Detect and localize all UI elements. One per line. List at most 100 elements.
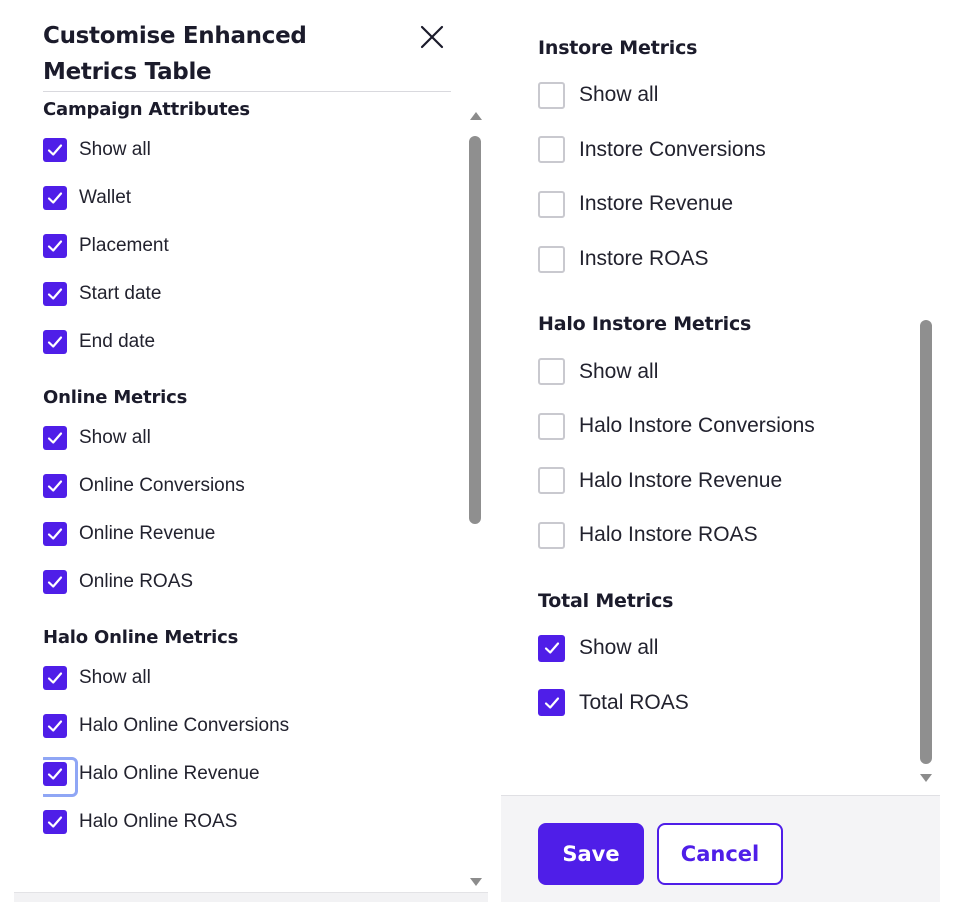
scroll-down-arrow-icon[interactable] bbox=[470, 878, 482, 886]
checkbox-row-campaign-attributes-wallet[interactable]: Wallet bbox=[43, 174, 453, 222]
checkmark-icon bbox=[47, 144, 63, 156]
checkbox[interactable] bbox=[538, 190, 565, 218]
right-scrollbar[interactable] bbox=[917, 0, 935, 790]
checkbox[interactable] bbox=[538, 521, 565, 549]
checkbox[interactable] bbox=[538, 245, 565, 273]
scroll-down-arrow-icon[interactable] bbox=[920, 774, 932, 782]
checkbox-label: Show all bbox=[579, 83, 659, 107]
checkbox-row-instore-metrics-instore-revenue[interactable]: Instore Revenue bbox=[538, 177, 918, 232]
checkbox[interactable] bbox=[43, 522, 67, 546]
checkbox-row-halo-online-metrics-show-all[interactable]: Show all bbox=[43, 654, 453, 702]
checkbox-row-halo-instore-metrics-halo-instore-revenue[interactable]: Halo Instore Revenue bbox=[538, 454, 918, 509]
checkmark-icon bbox=[47, 576, 63, 588]
checkbox-row-online-metrics-show-all[interactable]: Show all bbox=[43, 414, 453, 462]
checkbox[interactable] bbox=[43, 757, 78, 797]
right-scrollbar-thumb[interactable] bbox=[920, 320, 932, 764]
section-title: Total Metrics bbox=[538, 589, 674, 612]
section-title: Halo Online Metrics bbox=[43, 627, 239, 648]
checkbox[interactable] bbox=[538, 81, 565, 109]
checkmark-icon bbox=[47, 816, 63, 828]
section-title: Campaign Attributes bbox=[43, 99, 250, 120]
checkbox[interactable] bbox=[43, 666, 67, 690]
checkbox-label: Show all bbox=[579, 636, 659, 660]
checkbox-label: Show all bbox=[579, 359, 659, 383]
section-halo-online-metrics: Halo Online Metrics Show all Halo Online C… bbox=[43, 624, 453, 846]
checkbox-label: Wallet bbox=[79, 187, 132, 208]
section-halo-instore-metrics: Halo Instore Metrics Show all Halo Instore… bbox=[538, 306, 918, 562]
checkbox-row-campaign-attributes-start-date[interactable]: Start date bbox=[43, 270, 453, 318]
scroll-up-arrow-icon[interactable] bbox=[470, 112, 482, 120]
cancel-button[interactable]: Cancel bbox=[657, 823, 783, 885]
checkbox[interactable] bbox=[43, 282, 67, 306]
dialog-title: Customise Enhanced Metrics Table bbox=[43, 23, 307, 85]
save-button[interactable]: Save bbox=[538, 823, 644, 885]
left-scrollbar[interactable] bbox=[467, 108, 483, 890]
checkbox-row-halo-instore-metrics-halo-instore-conversions[interactable]: Halo Instore Conversions bbox=[538, 399, 918, 454]
checkbox[interactable] bbox=[43, 234, 67, 258]
checkmark-icon bbox=[47, 288, 63, 300]
close-icon bbox=[420, 25, 444, 49]
section-campaign-attributes: Campaign Attributes Show all Wallet Placeme… bbox=[43, 96, 453, 366]
checkbox[interactable] bbox=[538, 412, 565, 440]
checkbox[interactable] bbox=[43, 426, 67, 450]
checkbox-row-online-metrics-online-roas[interactable]: Online ROAS bbox=[43, 558, 453, 606]
checkbox-row-halo-online-metrics-halo-online-revenue[interactable]: Halo Online Revenue bbox=[43, 750, 453, 798]
section-online-metrics: Online Metrics Show all Online Conversions… bbox=[43, 384, 453, 606]
checkbox[interactable] bbox=[538, 634, 565, 662]
left-scrollbar-thumb[interactable] bbox=[469, 136, 481, 524]
checkbox-label: Halo Instore Conversions bbox=[579, 414, 815, 438]
checkbox-row-instore-metrics-instore-roas[interactable]: Instore ROAS bbox=[538, 232, 918, 287]
checkbox-label: Instore ROAS bbox=[579, 247, 709, 271]
checkbox-label: Instore Conversions bbox=[579, 137, 766, 161]
checkbox-row-campaign-attributes-show-all[interactable]: Show all bbox=[43, 126, 453, 174]
checkbox-row-halo-online-metrics-halo-online-roas[interactable]: Halo Online ROAS bbox=[43, 798, 453, 846]
left-checklist-scroll-area: Campaign Attributes Show all Wallet Placeme… bbox=[43, 96, 453, 890]
section-title: Online Metrics bbox=[43, 387, 188, 408]
checkbox-row-total-metrics-total-roas[interactable]: Total ROAS bbox=[538, 675, 918, 730]
checkbox-row-total-metrics-show-all[interactable]: Show all bbox=[538, 621, 918, 676]
checkbox-label: Halo Instore ROAS bbox=[579, 523, 758, 547]
checkmark-icon bbox=[47, 720, 63, 732]
checkbox-row-instore-metrics-instore-conversions[interactable]: Instore Conversions bbox=[538, 123, 918, 178]
checkbox-label: Placement bbox=[79, 235, 169, 256]
checkbox-label: Start date bbox=[79, 283, 162, 304]
checkbox-label: Halo Online Conversions bbox=[79, 715, 290, 736]
section-title: Instore Metrics bbox=[538, 37, 698, 59]
checkbox[interactable] bbox=[43, 810, 67, 834]
checkbox-label: Show all bbox=[79, 139, 151, 160]
checkbox-label: End date bbox=[79, 331, 156, 352]
section-title: Halo Instore Metrics bbox=[538, 313, 752, 336]
checkbox-row-campaign-attributes-end-date[interactable]: End date bbox=[43, 318, 453, 366]
checkbox-row-instore-metrics-show-all[interactable]: Show all bbox=[538, 68, 918, 123]
checkbox[interactable] bbox=[43, 330, 67, 354]
checkbox[interactable] bbox=[43, 714, 67, 738]
checkmark-icon bbox=[47, 240, 63, 252]
checkbox[interactable] bbox=[538, 467, 565, 495]
checkbox[interactable] bbox=[43, 474, 67, 498]
checkbox[interactable] bbox=[43, 186, 67, 210]
close-button[interactable] bbox=[417, 22, 447, 52]
checkbox-label: Halo Online ROAS bbox=[79, 811, 238, 832]
checkbox-row-online-metrics-online-conversions[interactable]: Online Conversions bbox=[43, 462, 453, 510]
checkbox-label: Online Revenue bbox=[79, 523, 216, 544]
checkbox[interactable] bbox=[538, 689, 565, 717]
section-instore-metrics: Instore Metrics Show all Instore Conversio… bbox=[538, 30, 918, 286]
checkmark-icon bbox=[47, 336, 63, 348]
checkbox-row-halo-instore-metrics-show-all[interactable]: Show all bbox=[538, 344, 918, 399]
checkbox[interactable] bbox=[43, 570, 67, 594]
right-panel: Instore Metrics Show all Instore Conversio… bbox=[501, 0, 940, 902]
dialog-header: Customise Enhanced Metrics Table bbox=[43, 18, 451, 92]
checkbox-label: Online ROAS bbox=[79, 571, 194, 592]
checkmark-icon bbox=[47, 768, 63, 780]
checkbox-label: Halo Online Revenue bbox=[79, 763, 260, 784]
left-panel: Customise Enhanced Metrics Table Campaig… bbox=[0, 0, 488, 902]
checkbox[interactable] bbox=[538, 136, 565, 164]
checkbox-label: Online Conversions bbox=[79, 475, 245, 496]
checkbox-label: Total ROAS bbox=[579, 690, 689, 714]
checkbox-row-halo-instore-metrics-halo-instore-roas[interactable]: Halo Instore ROAS bbox=[538, 508, 918, 563]
checkbox-row-online-metrics-online-revenue[interactable]: Online Revenue bbox=[43, 510, 453, 558]
checkbox[interactable] bbox=[538, 358, 565, 386]
checkbox[interactable] bbox=[43, 138, 67, 162]
checkbox-row-halo-online-metrics-halo-online-conversions[interactable]: Halo Online Conversions bbox=[43, 702, 453, 750]
checkbox-row-campaign-attributes-placement[interactable]: Placement bbox=[43, 222, 453, 270]
